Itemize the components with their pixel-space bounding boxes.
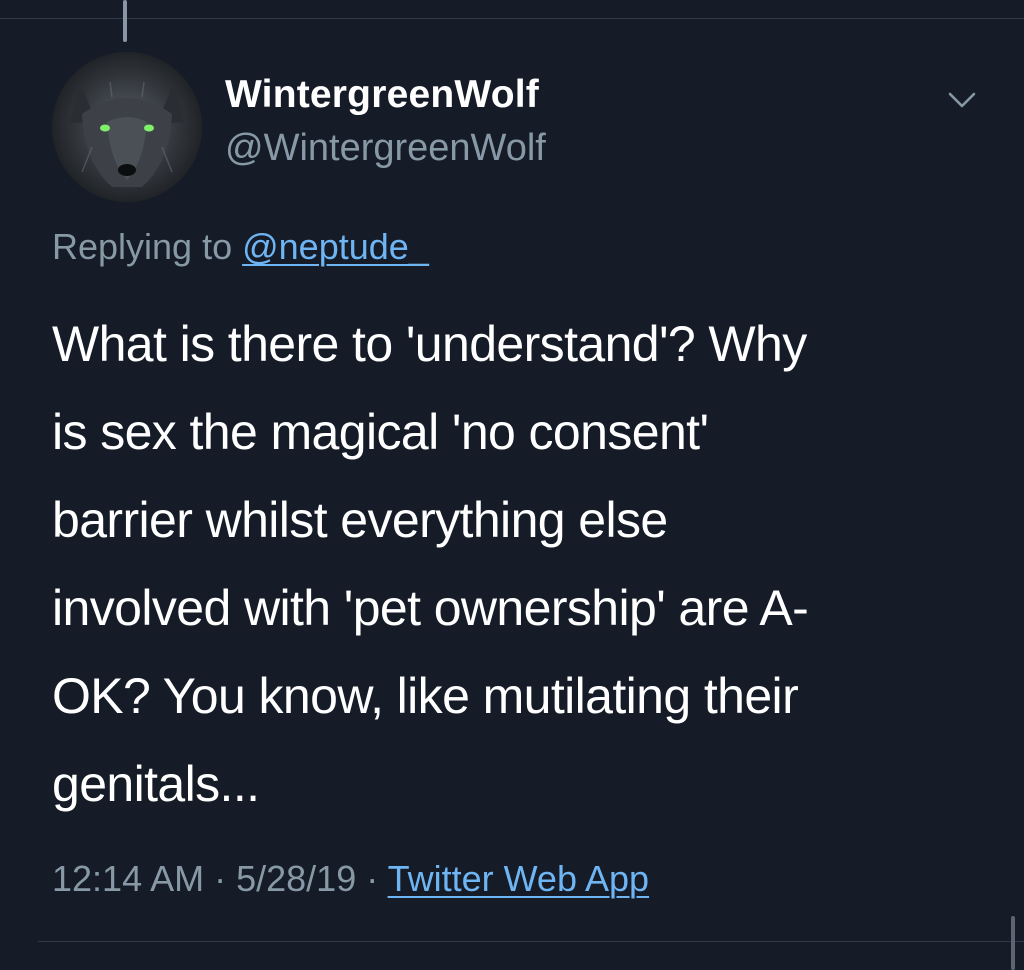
reply-mention-link[interactable]: @neptude_ — [242, 226, 429, 267]
bottom-divider — [38, 941, 1024, 942]
tweet-time: 12:14 AM — [52, 858, 205, 899]
author-display-name[interactable]: WintergreenWolf — [225, 73, 539, 117]
top-divider — [0, 18, 1024, 19]
tweet-text: What is there to 'understand'? Why is se… — [52, 316, 809, 812]
thread-connector-line — [123, 0, 127, 42]
tweet-source-link[interactable]: Twitter Web App — [388, 858, 649, 899]
tweet-meta: 12:14 AM · 5/28/19 · Twitter Web App — [52, 858, 649, 900]
chevron-down-icon[interactable] — [946, 88, 978, 112]
meta-separator: · — [356, 858, 388, 899]
tweet-detail: WintergreenWolf @WintergreenWolf Replyin… — [0, 0, 1024, 970]
replying-to: Replying to @neptude_ — [52, 226, 429, 268]
replying-to-prefix: Replying to — [52, 226, 243, 267]
avatar[interactable] — [52, 52, 202, 202]
wolf-avatar-icon — [52, 52, 202, 202]
tweet-date: 5/28/19 — [236, 858, 357, 899]
meta-separator: · — [204, 858, 237, 899]
author-handle[interactable]: @WintergreenWolf — [225, 127, 546, 170]
scrollbar-thumb[interactable] — [1011, 916, 1015, 970]
